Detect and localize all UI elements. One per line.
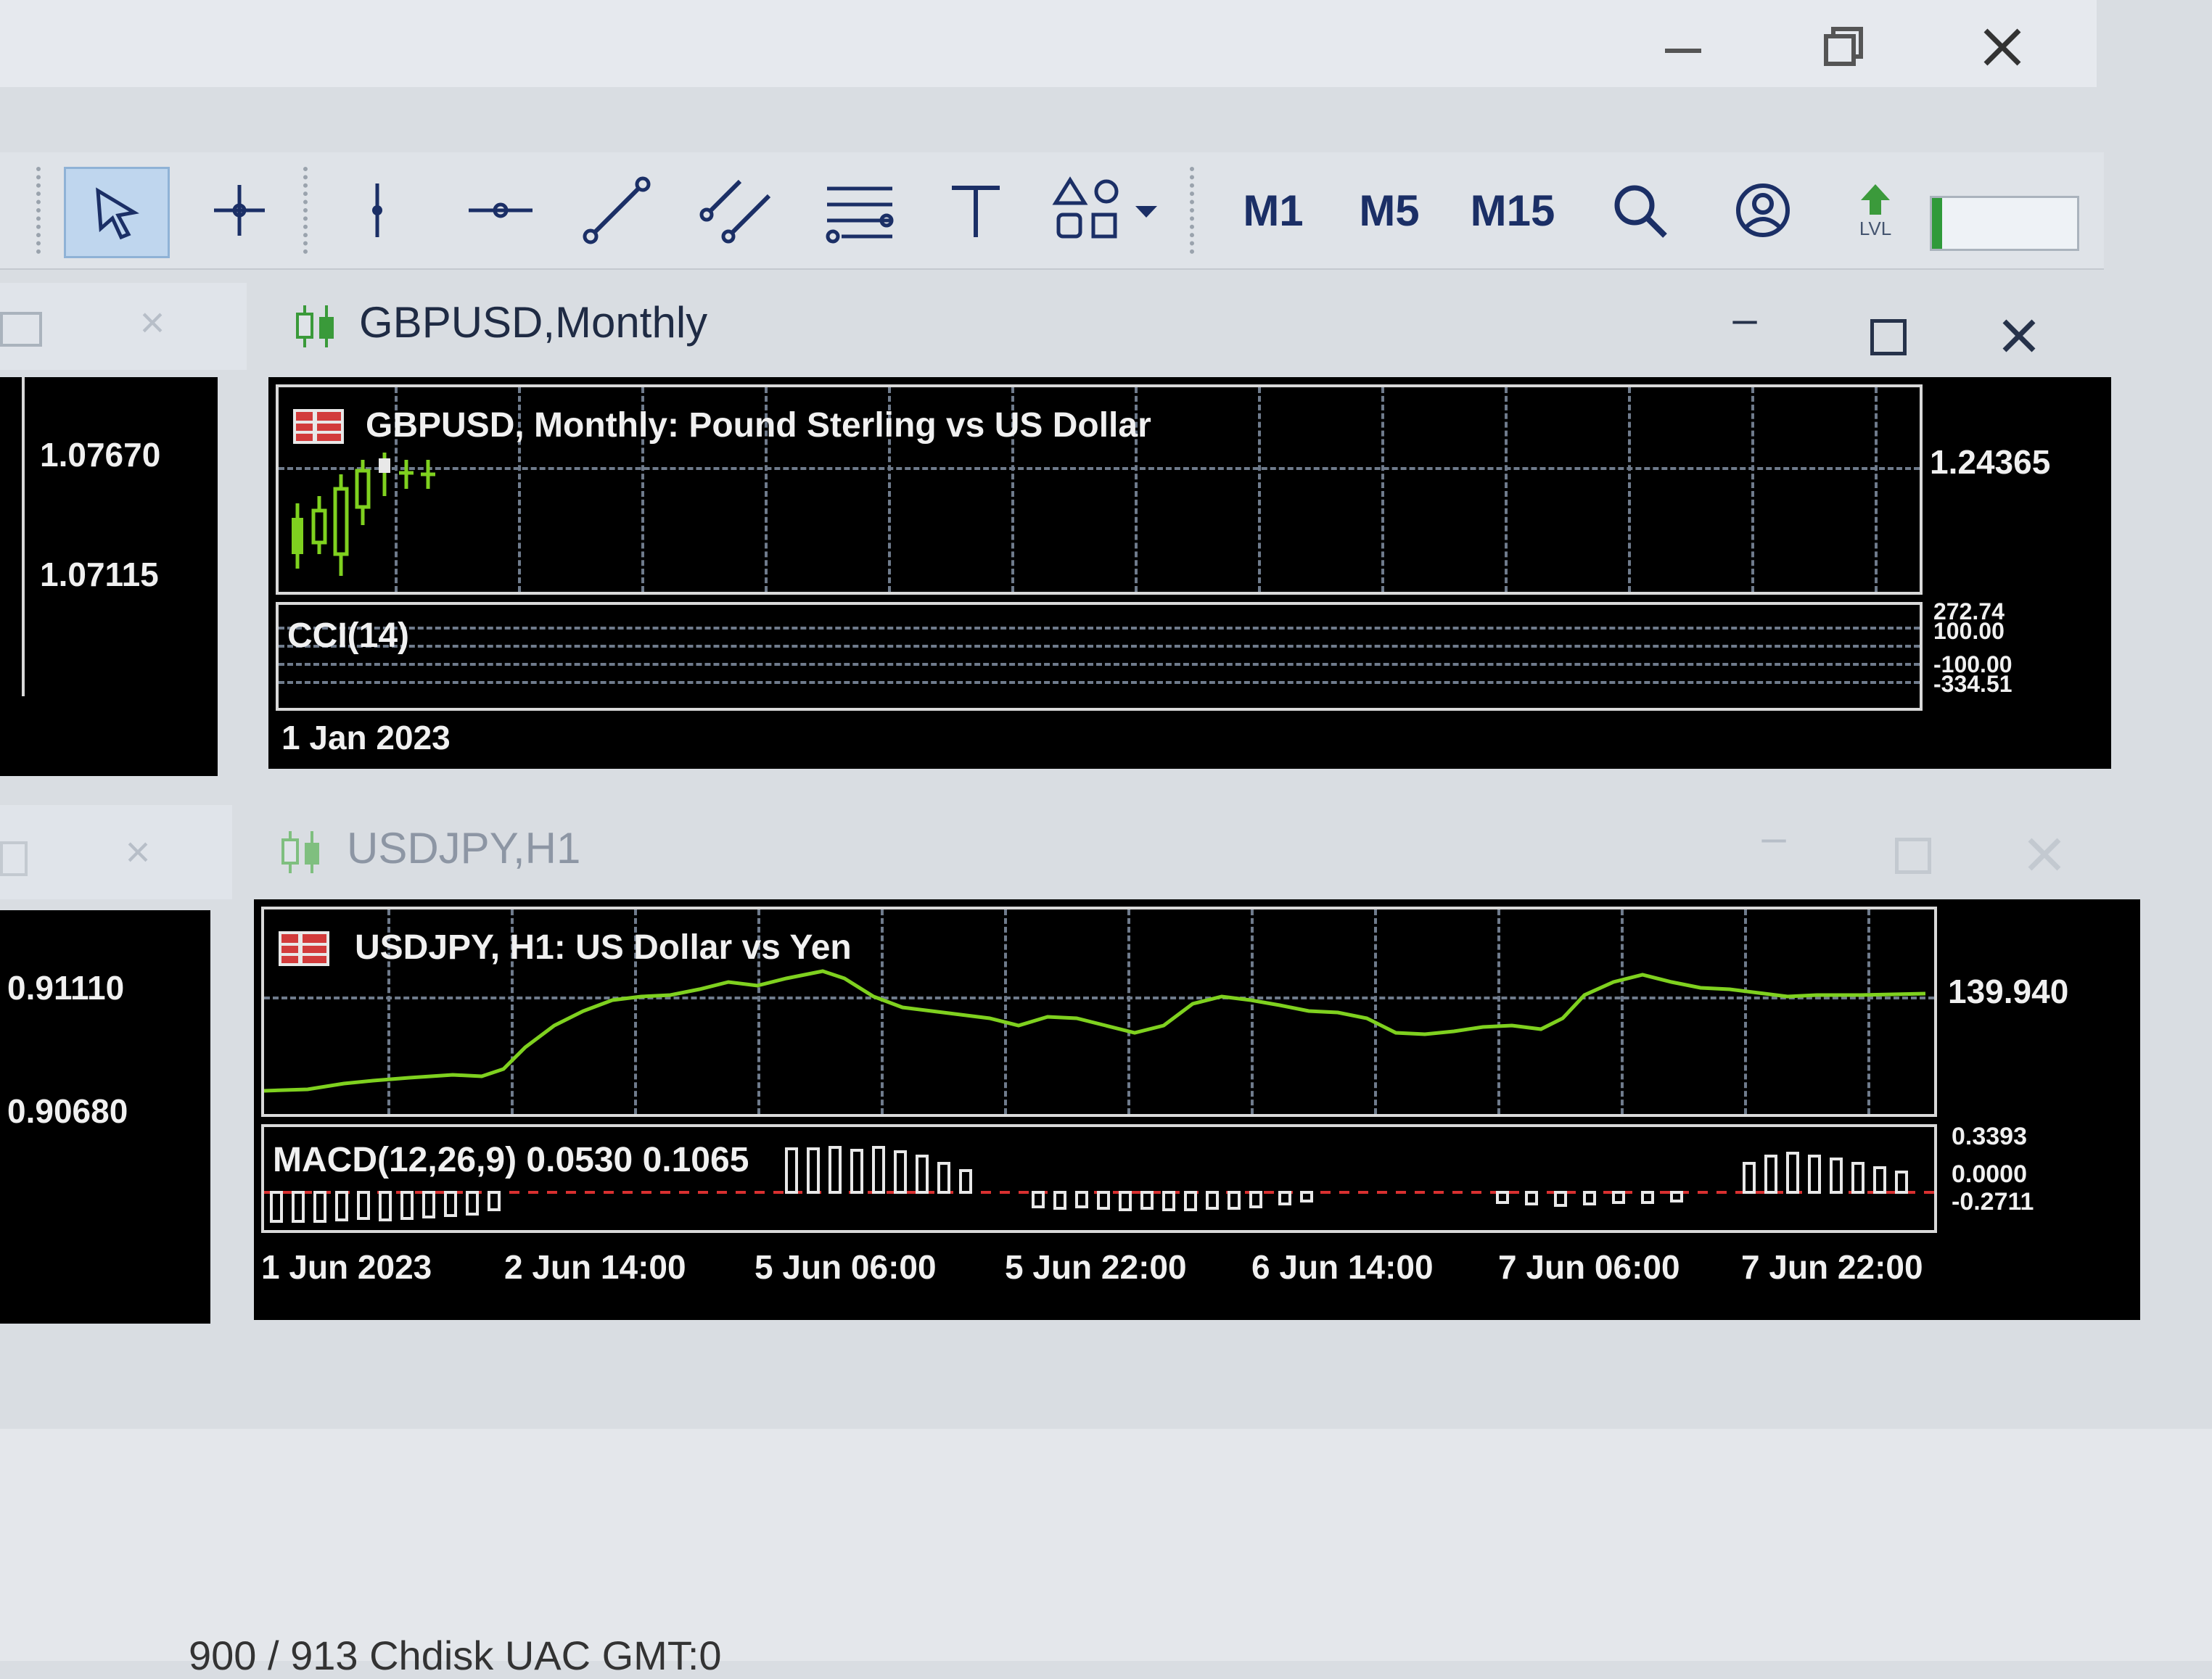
minimize-icon[interactable]: – <box>1712 294 1777 344</box>
plot-border <box>0 377 25 696</box>
arrow-cursor-icon[interactable] <box>64 167 170 258</box>
account-icon[interactable] <box>1719 167 1806 254</box>
time-axis-label: 5 Jun 22:00 <box>1005 1248 1187 1286</box>
shapes-icon[interactable] <box>1045 167 1175 254</box>
grid-line <box>1505 387 1508 592</box>
close-icon[interactable] <box>1999 315 2039 360</box>
chart-title: USDJPY, H1: US Dollar vs Yen <box>355 928 852 967</box>
close-icon[interactable]: × <box>123 297 181 347</box>
grid-line <box>1628 387 1631 592</box>
horizontal-line-icon[interactable] <box>457 167 544 254</box>
close-icon[interactable] <box>1973 22 2031 80</box>
indicator-label: MACD(12,26,9) 0.0530 0.1065 <box>273 1141 749 1179</box>
search-icon[interactable] <box>1596 167 1683 254</box>
maximize-icon[interactable] <box>0 841 28 876</box>
chart-title: GBPUSD, Monthly: Pound Sterling vs US Do… <box>366 406 1151 445</box>
grid-line <box>1381 387 1384 592</box>
time-axis-label: 1 Jan 2023 <box>281 719 451 756</box>
candlestick-icon <box>290 301 341 355</box>
time-axis-label: 5 Jun 06:00 <box>755 1248 937 1286</box>
usdjpy-chart-area[interactable]: USDJPY, H1: US Dollar vs Yen 139.940 MAC… <box>254 899 2140 1320</box>
current-price-label: 1.24365 <box>1930 443 2051 481</box>
left-window-top-caption: × <box>0 283 247 370</box>
price-label: 1.07115 <box>40 556 159 593</box>
indicator-value: 0.3393 <box>1952 1123 2027 1150</box>
maximize-icon[interactable] <box>1895 838 1931 874</box>
status-text: 900 / 913 Chdisk UAC GMT:0 <box>189 1633 722 1678</box>
window-title-bar <box>0 0 2097 87</box>
price-label: 0.91110 <box>7 969 125 1007</box>
left-window-top-chart[interactable]: 1.07670 1.07115 <box>0 377 218 776</box>
price-label: 1.07670 <box>40 436 161 474</box>
channel-icon[interactable] <box>693 167 780 254</box>
timeframe-m15-button[interactable]: M15 <box>1458 167 1567 254</box>
indicator-value: -334.51 <box>1933 671 2012 697</box>
trendline-icon[interactable] <box>573 167 660 254</box>
macd-subwindow: MACD(12,26,9) 0.0530 0.1065 <box>261 1124 1937 1233</box>
grid-line <box>1258 387 1261 592</box>
close-icon[interactable] <box>2024 834 2065 878</box>
level-label: LVL <box>1859 217 1892 239</box>
text-icon[interactable] <box>936 167 1016 254</box>
current-price-label: 139.940 <box>1948 973 2069 1010</box>
level-icon[interactable]: LVL <box>1835 167 1915 254</box>
gbpusd-chart-window: GBPUSD,Monthly – GBPUSD, Monthly: Pound … <box>254 279 2111 780</box>
symbol-flag-icon <box>293 409 344 447</box>
grid-line <box>279 681 1920 684</box>
indicator-value: 0.0000 <box>1952 1160 2027 1188</box>
price-candles <box>292 453 435 576</box>
level-indicator <box>1930 196 2079 251</box>
grid-line <box>279 663 1920 666</box>
price-plot: GBPUSD, Monthly: Pound Sterling vs US Do… <box>276 384 1923 595</box>
chart-caption[interactable]: USDJPY,H1 <box>347 823 580 873</box>
usdjpy-chart-window: USDJPY,H1 – USDJPY, H1: US Dollar vs Yen… <box>239 805 2155 1327</box>
price-plot: USDJPY, H1: US Dollar vs Yen <box>261 907 1937 1117</box>
indicator-value: -0.2711 <box>1952 1188 2034 1216</box>
bottom-panel <box>0 1429 2212 1661</box>
toolbar-separator <box>36 167 46 254</box>
close-icon[interactable]: × <box>109 827 167 877</box>
candlestick-icon <box>276 827 326 881</box>
time-axis-label: 6 Jun 14:00 <box>1251 1248 1434 1286</box>
gbpusd-chart-area[interactable]: GBPUSD, Monthly: Pound Sterling vs US Do… <box>268 377 2111 769</box>
left-window-bottom-caption: × <box>0 805 232 899</box>
toolbar-separator <box>303 167 313 254</box>
grid-line <box>1751 387 1754 592</box>
restore-icon[interactable] <box>1814 22 1872 80</box>
indicator-label: CCI(14) <box>287 616 410 655</box>
cci-subwindow: CCI(14) <box>276 602 1923 711</box>
drawing-toolbar: M1 M5 M15 LVL <box>0 152 2104 270</box>
maximize-icon[interactable] <box>0 312 42 347</box>
price-label: 0.90680 <box>7 1092 128 1130</box>
fibonacci-icon[interactable] <box>813 167 907 254</box>
vertical-line-icon[interactable] <box>334 167 421 254</box>
indicator-value: 100.00 <box>1933 618 2005 644</box>
crosshair-icon[interactable] <box>196 167 283 254</box>
chart-caption[interactable]: GBPUSD,Monthly <box>359 297 707 347</box>
time-axis-label: 1 Jun 2023 <box>261 1248 432 1286</box>
grid-line <box>279 627 1920 630</box>
time-axis-label: 7 Jun 06:00 <box>1498 1248 1680 1286</box>
symbol-flag-icon <box>279 931 329 970</box>
grid-line <box>279 645 1920 648</box>
left-window-bottom-chart[interactable]: 0.91110 0.90680 <box>0 910 210 1324</box>
timeframe-m1-button[interactable]: M1 <box>1226 167 1320 254</box>
timeframe-m5-button[interactable]: M5 <box>1342 167 1436 254</box>
level-fill <box>1932 198 1942 249</box>
maximize-icon[interactable] <box>1870 319 1907 355</box>
grid-line <box>1875 387 1878 592</box>
time-axis-label: 7 Jun 22:00 <box>1741 1248 1923 1286</box>
toolbar-separator <box>1190 167 1200 254</box>
grid-line <box>279 467 1920 470</box>
minimize-icon[interactable] <box>1654 22 1712 80</box>
time-axis-label: 2 Jun 14:00 <box>504 1248 686 1286</box>
minimize-icon[interactable]: – <box>1741 812 1806 862</box>
